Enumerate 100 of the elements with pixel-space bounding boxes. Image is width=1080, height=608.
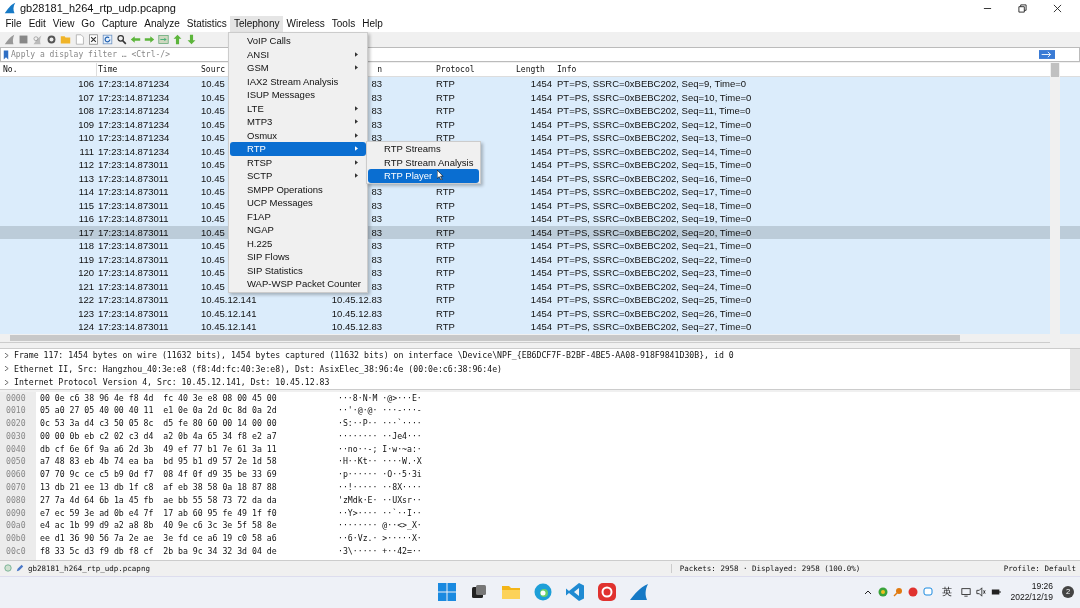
menu-item[interactable]: WAP-WSP Packet Counter [230,277,366,291]
clock-time[interactable]: 19:26 [1031,581,1053,593]
menu-item[interactable]: RTP Stream Analysis [368,155,479,169]
ascii-text: ··no··-; I·w·~a:· [337,442,422,456]
browser-icon[interactable] [533,582,553,603]
shark-fin-icon[interactable] [629,582,649,603]
menu-item[interactable]: F1AP [230,209,366,223]
table-cell: 17:23:14.873011 [98,226,169,238]
column-header[interactable]: Length [516,65,545,74]
menu-item[interactable]: Help [358,16,387,32]
table-cell: 110 [78,132,94,143]
up-arrow-icon[interactable] [172,33,183,45]
speaker-icon[interactable] [976,587,987,598]
menu-item[interactable]: Go [77,16,99,32]
menu-item[interactable]: Capture [98,16,141,32]
menu-item[interactable]: SIP Statistics [230,263,366,277]
edit-icon[interactable] [16,564,24,572]
menu-item[interactable]: LTE [230,101,366,115]
menu-item[interactable]: ANSI [230,47,366,61]
table-cell: 10.45 [201,280,225,292]
jump-icon[interactable] [158,33,169,45]
menu-item[interactable]: UCP Messages [230,196,366,210]
table-cell: 1454 [530,280,552,292]
dot-icon[interactable] [908,587,919,598]
ascii-text: ·p······ ·O··5·3i [337,468,422,482]
table-cell: PT=PS, SSRC=0xBEBC202, Seq=23, Time=0 [557,267,752,278]
table-cell: 117 [78,226,94,238]
hex-bytes: 00 0e c6 38 96 4e f8 4d fc 40 3e e8 08 00 45 00 [39,391,278,405]
key-icon[interactable] [893,587,904,598]
column-header[interactable]: Protocol [436,65,475,74]
column-header[interactable]: No. [3,65,18,74]
table-cell: 10.45 [201,199,225,211]
menu-item[interactable]: RTSP [230,155,366,169]
close-icon[interactable] [1053,3,1062,13]
packet-row[interactable]: 122 17:23:14.873011 10.45.12.141 10.45.12.83 RTP 1454 PT=PS, SSRC=0xBEBC202, Seq=25, Time=0 [0,293,1080,307]
menu-item[interactable]: RTP [230,142,366,156]
packet-row[interactable]: 124 17:23:14.873011 10.45.12.141 10.45.12.83 RTP 1454 PT=PS, SSRC=0xBEBC202, Seq=27, Time=0 [0,320,1080,334]
offset-label: 0000 [6,391,27,405]
menu-item[interactable]: SIP Flows [230,250,366,264]
monitor-icon[interactable] [961,587,972,598]
menu-item[interactable]: VoIP Calls [230,34,366,48]
chat-bubble-icon[interactable] [923,587,934,598]
search-icon[interactable] [116,33,127,45]
column-header[interactable]: Time [98,65,118,74]
battery-icon[interactable] [991,587,1002,598]
input-method-label[interactable]: 英 [938,585,957,600]
scrollbar-track[interactable] [1050,63,1060,334]
stop-icon[interactable] [18,33,29,45]
column-header[interactable]: n [377,65,382,74]
close-file-icon[interactable] [88,33,99,45]
restart-icon[interactable] [32,33,43,45]
scrollbar-track[interactable] [0,333,1050,343]
table-cell: 118 [78,240,94,251]
scrollbar-thumb[interactable] [10,334,960,341]
menu-item[interactable]: Telephony [230,16,283,32]
offset-label: 00b0 [6,532,27,546]
tree-item[interactable]: Frame 117: 1454 bytes on wire (11632 bits), 1454 bytes captured (11632 bits) on interface \Device\NPF_{EB6DCF7F-B2BF-4BE5-AA08-918F9841D30B}, id 0 [14,350,734,361]
table-cell: PT=PS, SSRC=0xBEBC202, Seq=19, Time=0 [557,213,752,224]
ring-app-icon[interactable] [597,582,617,603]
scrollbar-track[interactable] [1070,348,1080,389]
menu-item[interactable]: View [49,16,78,32]
menu-item[interactable]: File [2,16,26,32]
menu-item[interactable]: IAX2 Stream Analysis [230,74,366,88]
menu-item[interactable]: Edit [25,16,50,32]
menu-item[interactable]: GSM [230,61,366,75]
menu-item[interactable]: Statistics [183,16,231,32]
menu-item[interactable]: RTP Streams [368,142,479,156]
menu-item[interactable]: Wireless [282,16,329,32]
restore-icon[interactable] [1018,3,1027,13]
shark-fin-icon[interactable] [4,33,15,45]
table-cell: 115 [78,199,94,211]
column-header[interactable]: Info [557,65,577,74]
menu-item[interactable]: Tools [328,16,359,32]
scrollbar-thumb[interactable] [1051,63,1059,77]
menu-item[interactable]: Analyze [140,16,184,32]
menu-item[interactable]: RTP Player [368,169,479,183]
code-editor-icon[interactable] [565,582,585,603]
bookmark-icon[interactable] [3,49,9,60]
table-cell: 1454 [530,307,552,319]
menu-item[interactable]: MTP3 [230,115,366,129]
menu-item[interactable]: SMPP Operations [230,182,366,196]
menu-item[interactable]: SCTP [230,169,366,183]
table-cell: 1454 [530,199,552,211]
hex-bytes: 00 00 0b eb c2 02 c3 d4 a2 0b 4a 65 34 f8 e2 a7 [39,429,278,443]
down-arrow-icon[interactable] [186,33,197,45]
windows-logo-icon[interactable] [437,582,457,603]
clock-date[interactable]: 2022/12/19 [1010,592,1053,604]
column-header[interactable]: Sourc [201,65,226,74]
tree-item[interactable]: Internet Protocol Version 4, Src: 10.45.12.141, Dst: 10.45.12.83 [14,377,330,388]
table-cell: 10.45 [201,226,225,238]
reload-icon[interactable] [102,33,113,45]
menu-item[interactable]: H.225 [230,236,366,250]
menu-item[interactable]: NGAP [230,223,366,237]
offset-label: 0010 [6,404,27,418]
tray-app-icon[interactable] [878,587,889,598]
tree-item[interactable]: Ethernet II, Src: Hangzhou_40:3e:e8 (f8:4d:fc:40:3e:e8), Dst: AsixElec_38:96:4e (00:0e:c6:38:96:4e) [14,363,502,374]
menu-item[interactable]: ISUP Messages [230,88,366,102]
menu-item[interactable]: Osmux [230,128,366,142]
table-cell: RTP [436,78,455,89]
gear-icon[interactable] [46,33,57,45]
